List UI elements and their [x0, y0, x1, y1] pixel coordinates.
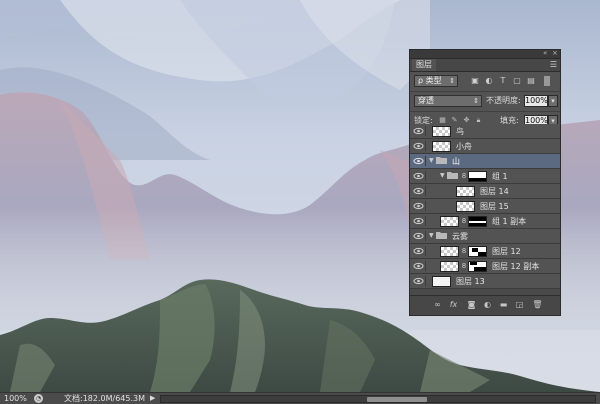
smart-object-filter-icon[interactable]: ▤	[526, 76, 536, 86]
folder-icon	[436, 231, 448, 240]
layer-row-group-1-copy[interactable]: 8 组 1 副本	[410, 214, 560, 229]
layer-row-bird[interactable]: 鸟	[410, 124, 560, 139]
blend-row: 穿透 ⇕ 不透明度: 100% ▾	[410, 92, 560, 112]
layer-thumbnail	[440, 216, 459, 227]
link-layers-icon[interactable]: ∞	[432, 300, 443, 310]
pixel-filter-icon[interactable]: ▣	[470, 76, 480, 86]
zoom-level[interactable]: 100%	[4, 393, 27, 404]
close-icon[interactable]: ×	[552, 49, 558, 57]
layer-name[interactable]: 鸟	[456, 126, 464, 137]
eye-icon[interactable]	[413, 171, 426, 181]
eye-icon[interactable]	[413, 201, 426, 211]
eye-icon[interactable]	[413, 156, 426, 166]
layer-name[interactable]: 小舟	[456, 141, 472, 152]
filter-row: ρ 类型 ⇕ ▣ ◐ T ▢ ▤	[410, 72, 560, 92]
eye-icon[interactable]	[413, 186, 426, 196]
expand-triangle-icon[interactable]: ▼	[440, 171, 445, 181]
layer-thumbnail	[440, 261, 459, 272]
status-menu-arrow-icon[interactable]: ▶	[150, 393, 155, 404]
layer-row-15[interactable]: 图层 15	[410, 199, 560, 214]
opacity-dropdown-icon[interactable]: ▾	[548, 95, 558, 107]
info-icon[interactable]: ◔	[34, 394, 43, 403]
eye-icon[interactable]	[413, 126, 426, 136]
layer-group-clouds[interactable]: ▼ 云雾	[410, 229, 560, 244]
link-icon[interactable]: 8	[461, 172, 467, 180]
adjustment-layer-icon[interactable]: ◐	[482, 300, 493, 310]
layer-row-14[interactable]: 图层 14	[410, 184, 560, 199]
status-bar: 100% ◔ 文档:182.0M/645.3M ▶	[0, 392, 600, 404]
layer-list: 鸟 小舟 ▼ 山 ▼ 8 组 1 图层 14 图层 15 8 组 1 副本 ▼ …	[410, 124, 560, 296]
chevron-updown-icon: ⇕	[449, 77, 455, 85]
layer-row-boat[interactable]: 小舟	[410, 139, 560, 154]
doc-info[interactable]: 文档:182.0M/645.3M	[64, 393, 145, 404]
link-icon[interactable]: 8	[461, 262, 467, 270]
layer-row-12[interactable]: 8 图层 12	[410, 244, 560, 259]
panel-title-bar[interactable]: « ×	[410, 49, 560, 59]
expand-triangle-icon[interactable]: ▼	[429, 231, 434, 241]
opacity-label: 不透明度:	[486, 96, 521, 105]
collapse-icon[interactable]: «	[543, 49, 547, 57]
chevron-updown-icon: ⇕	[473, 97, 479, 105]
blend-mode-dropdown[interactable]: 穿透 ⇕	[414, 95, 482, 107]
trash-icon[interactable]: 🗑︎	[532, 300, 543, 310]
layer-name[interactable]: 图层 12 副本	[492, 261, 539, 272]
new-group-icon[interactable]: ▬	[498, 300, 509, 310]
layer-thumbnail	[440, 246, 459, 257]
layer-name[interactable]: 组 1	[492, 171, 508, 182]
layer-name[interactable]: 山	[452, 156, 460, 167]
blend-mode-value: 穿透	[418, 96, 434, 105]
layer-name[interactable]: 图层 15	[480, 201, 509, 212]
eye-icon[interactable]	[413, 231, 426, 241]
layers-panel: « × 图层 ☰ ρ 类型 ⇕ ▣ ◐ T ▢ ▤ 穿透 ⇕ 不透明度: 100…	[409, 49, 561, 316]
layer-thumbnail	[432, 141, 451, 152]
shape-filter-icon[interactable]: ▢	[512, 76, 522, 86]
tab-layers[interactable]: 图层	[412, 59, 436, 71]
layer-row-12-copy[interactable]: 8 图层 12 副本	[410, 259, 560, 274]
layer-row-13[interactable]: 图层 13	[410, 274, 560, 289]
layer-thumbnail	[432, 276, 451, 287]
eye-icon[interactable]	[413, 276, 426, 286]
panel-footer: ∞ fx ◙ ◐ ▬ ◲ 🗑︎	[410, 295, 560, 315]
layer-name[interactable]: 图层 13	[456, 276, 485, 287]
filter-kind-dropdown[interactable]: ρ 类型 ⇕	[414, 75, 458, 87]
opacity-input[interactable]: 100%	[524, 95, 548, 107]
filter-toggle-icon[interactable]	[544, 76, 550, 86]
eye-icon[interactable]	[413, 216, 426, 226]
layer-mask-thumbnail[interactable]	[468, 171, 487, 182]
eye-icon[interactable]	[413, 141, 426, 151]
type-filter-icon[interactable]: T	[498, 76, 508, 86]
folder-icon	[436, 156, 448, 165]
layer-thumbnail	[456, 201, 475, 212]
layer-mask-thumbnail[interactable]	[468, 216, 487, 227]
fx-icon[interactable]: fx	[448, 300, 459, 310]
adjustment-filter-icon[interactable]: ◐	[484, 76, 494, 86]
link-icon[interactable]: 8	[461, 247, 467, 255]
filter-kind-label: ρ 类型	[418, 76, 442, 85]
layer-group-mountain[interactable]: ▼ 山	[410, 154, 560, 169]
scrollbar-thumb[interactable]	[367, 397, 427, 402]
folder-icon	[447, 171, 459, 180]
add-mask-icon[interactable]: ◙	[466, 300, 477, 310]
layer-mask-thumbnail[interactable]	[468, 261, 487, 272]
eye-icon[interactable]	[413, 261, 426, 271]
layer-thumbnail	[456, 186, 475, 197]
layer-name[interactable]: 组 1 副本	[492, 216, 526, 227]
panel-tabs: 图层 ☰	[410, 59, 560, 72]
layer-thumbnail	[432, 126, 451, 137]
layer-name[interactable]: 图层 12	[492, 246, 521, 257]
link-icon[interactable]: 8	[461, 217, 467, 225]
eye-icon[interactable]	[413, 246, 426, 256]
layer-mask-thumbnail[interactable]	[468, 246, 487, 257]
layer-name[interactable]: 图层 14	[480, 186, 509, 197]
expand-triangle-icon[interactable]: ▼	[429, 156, 434, 166]
panel-menu-icon[interactable]: ☰	[550, 60, 557, 69]
layer-name[interactable]: 云雾	[452, 231, 468, 242]
horizontal-scrollbar[interactable]	[160, 395, 596, 403]
new-layer-icon[interactable]: ◲	[514, 300, 525, 310]
layer-group-1[interactable]: ▼ 8 组 1	[410, 169, 560, 184]
